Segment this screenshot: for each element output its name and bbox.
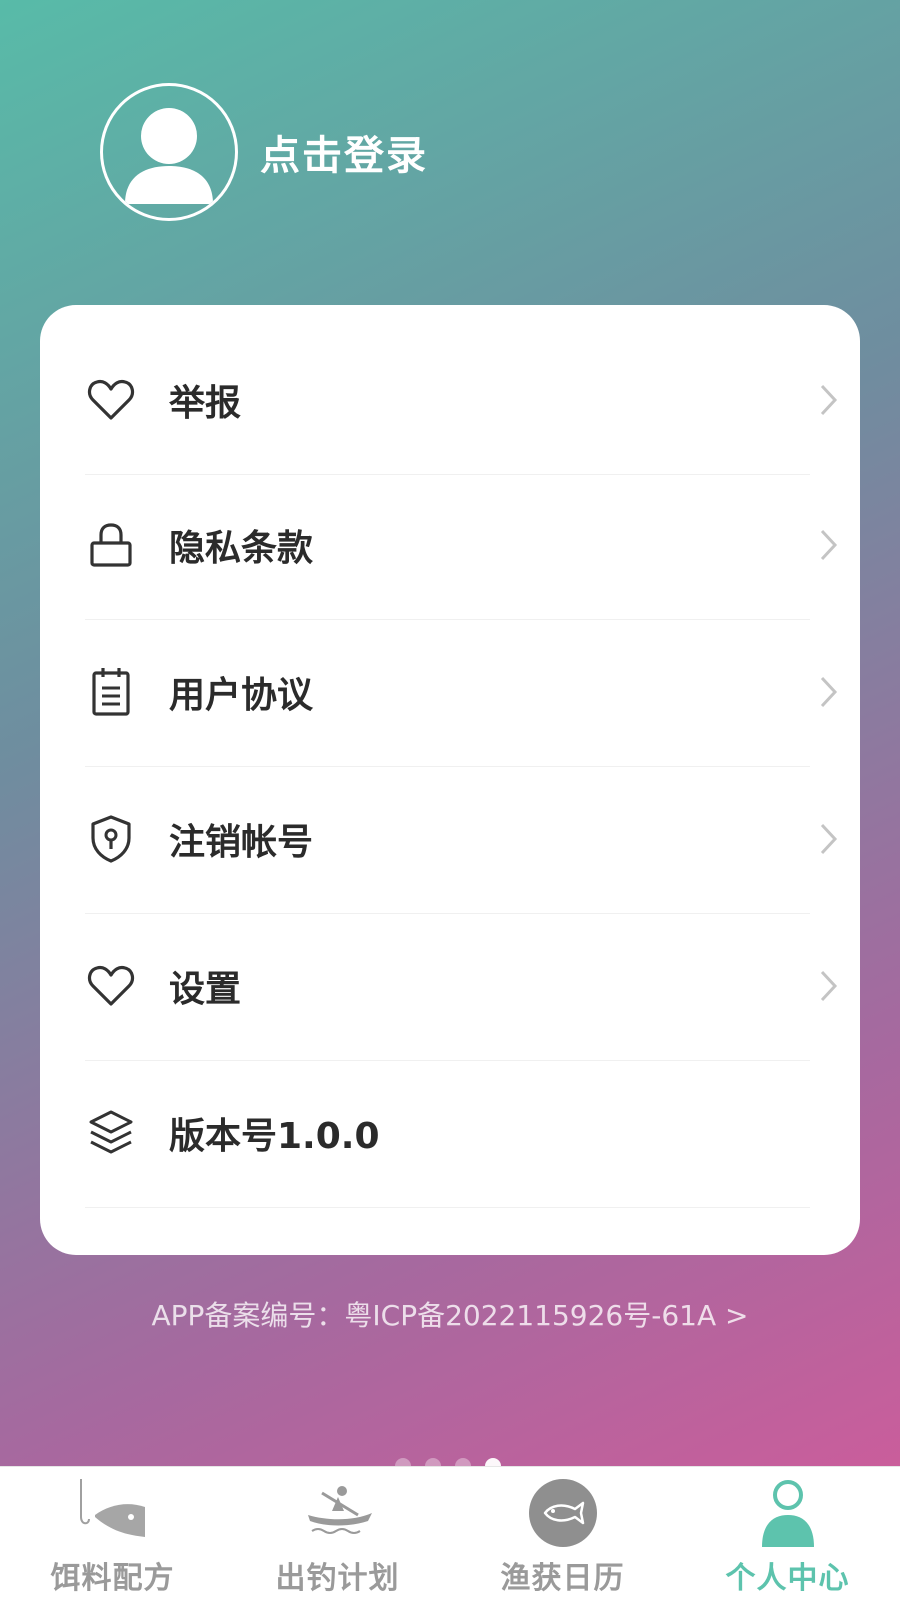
bottom-tab-bar: 饵料配方 出钓计划 渔获日历 个人中心 [0, 1466, 900, 1600]
menu-item-label: 举报 [169, 383, 242, 424]
menu-card: 举报 隐私条款 用户协议 注销帐号 设置 版本号1.0.0 [40, 305, 860, 1255]
kayak-icon [298, 1477, 378, 1549]
chevron-right-icon [815, 821, 843, 857]
menu-item-report[interactable]: 举报 [85, 325, 855, 475]
avatar[interactable] [100, 83, 238, 221]
menu-item-user-agreement[interactable]: 用户协议 [85, 617, 855, 767]
version-label: 版本号1.0.0 [169, 1116, 380, 1157]
chevron-right-icon [815, 527, 843, 563]
tab-label: 饵料配方 [50, 1561, 175, 1596]
tab-label: 个人中心 [725, 1561, 850, 1596]
person-icon [748, 1477, 828, 1549]
fish-icon [523, 1477, 603, 1549]
menu-item-delete-account[interactable]: 注销帐号 [85, 764, 855, 914]
menu-item-label: 设置 [169, 969, 242, 1010]
tab-profile[interactable]: 个人中心 [675, 1467, 900, 1600]
menu-item-version: 版本号1.0.0 [85, 1058, 855, 1208]
menu-item-settings[interactable]: 设置 [85, 911, 855, 1061]
heart-icon [85, 960, 137, 1012]
login-link[interactable]: 点击登录 [260, 123, 428, 181]
chevron-right-icon [815, 674, 843, 710]
tab-bait-recipes[interactable]: 饵料配方 [0, 1467, 225, 1600]
document-icon [85, 666, 137, 718]
tab-fishing-plan[interactable]: 出钓计划 [225, 1467, 450, 1600]
shield-icon [85, 813, 137, 865]
tab-catch-calendar[interactable]: 渔获日历 [450, 1467, 675, 1600]
menu-item-label: 用户协议 [169, 675, 314, 716]
tab-label: 出钓计划 [275, 1561, 400, 1596]
icp-record-link[interactable]: APP备案编号：粤ICP备2022115926号-61A > [0, 1294, 900, 1334]
layers-icon [85, 1107, 137, 1159]
user-silhouette-icon [125, 108, 213, 204]
fishing-hook-icon [73, 1477, 153, 1549]
menu-item-label: 隐私条款 [169, 528, 314, 569]
menu-item-label: 注销帐号 [169, 822, 314, 863]
profile-screen: 点击登录 举报 隐私条款 用户协议 注销帐号 设置 版本号1.0.0 APP备案… [0, 0, 900, 1600]
menu-item-privacy[interactable]: 隐私条款 [85, 470, 855, 620]
tab-label: 渔获日历 [500, 1561, 625, 1596]
lock-icon [85, 519, 137, 571]
chevron-right-icon [815, 968, 843, 1004]
heart-icon [85, 374, 137, 426]
chevron-right-icon [815, 382, 843, 418]
profile-header: 点击登录 [100, 80, 428, 224]
